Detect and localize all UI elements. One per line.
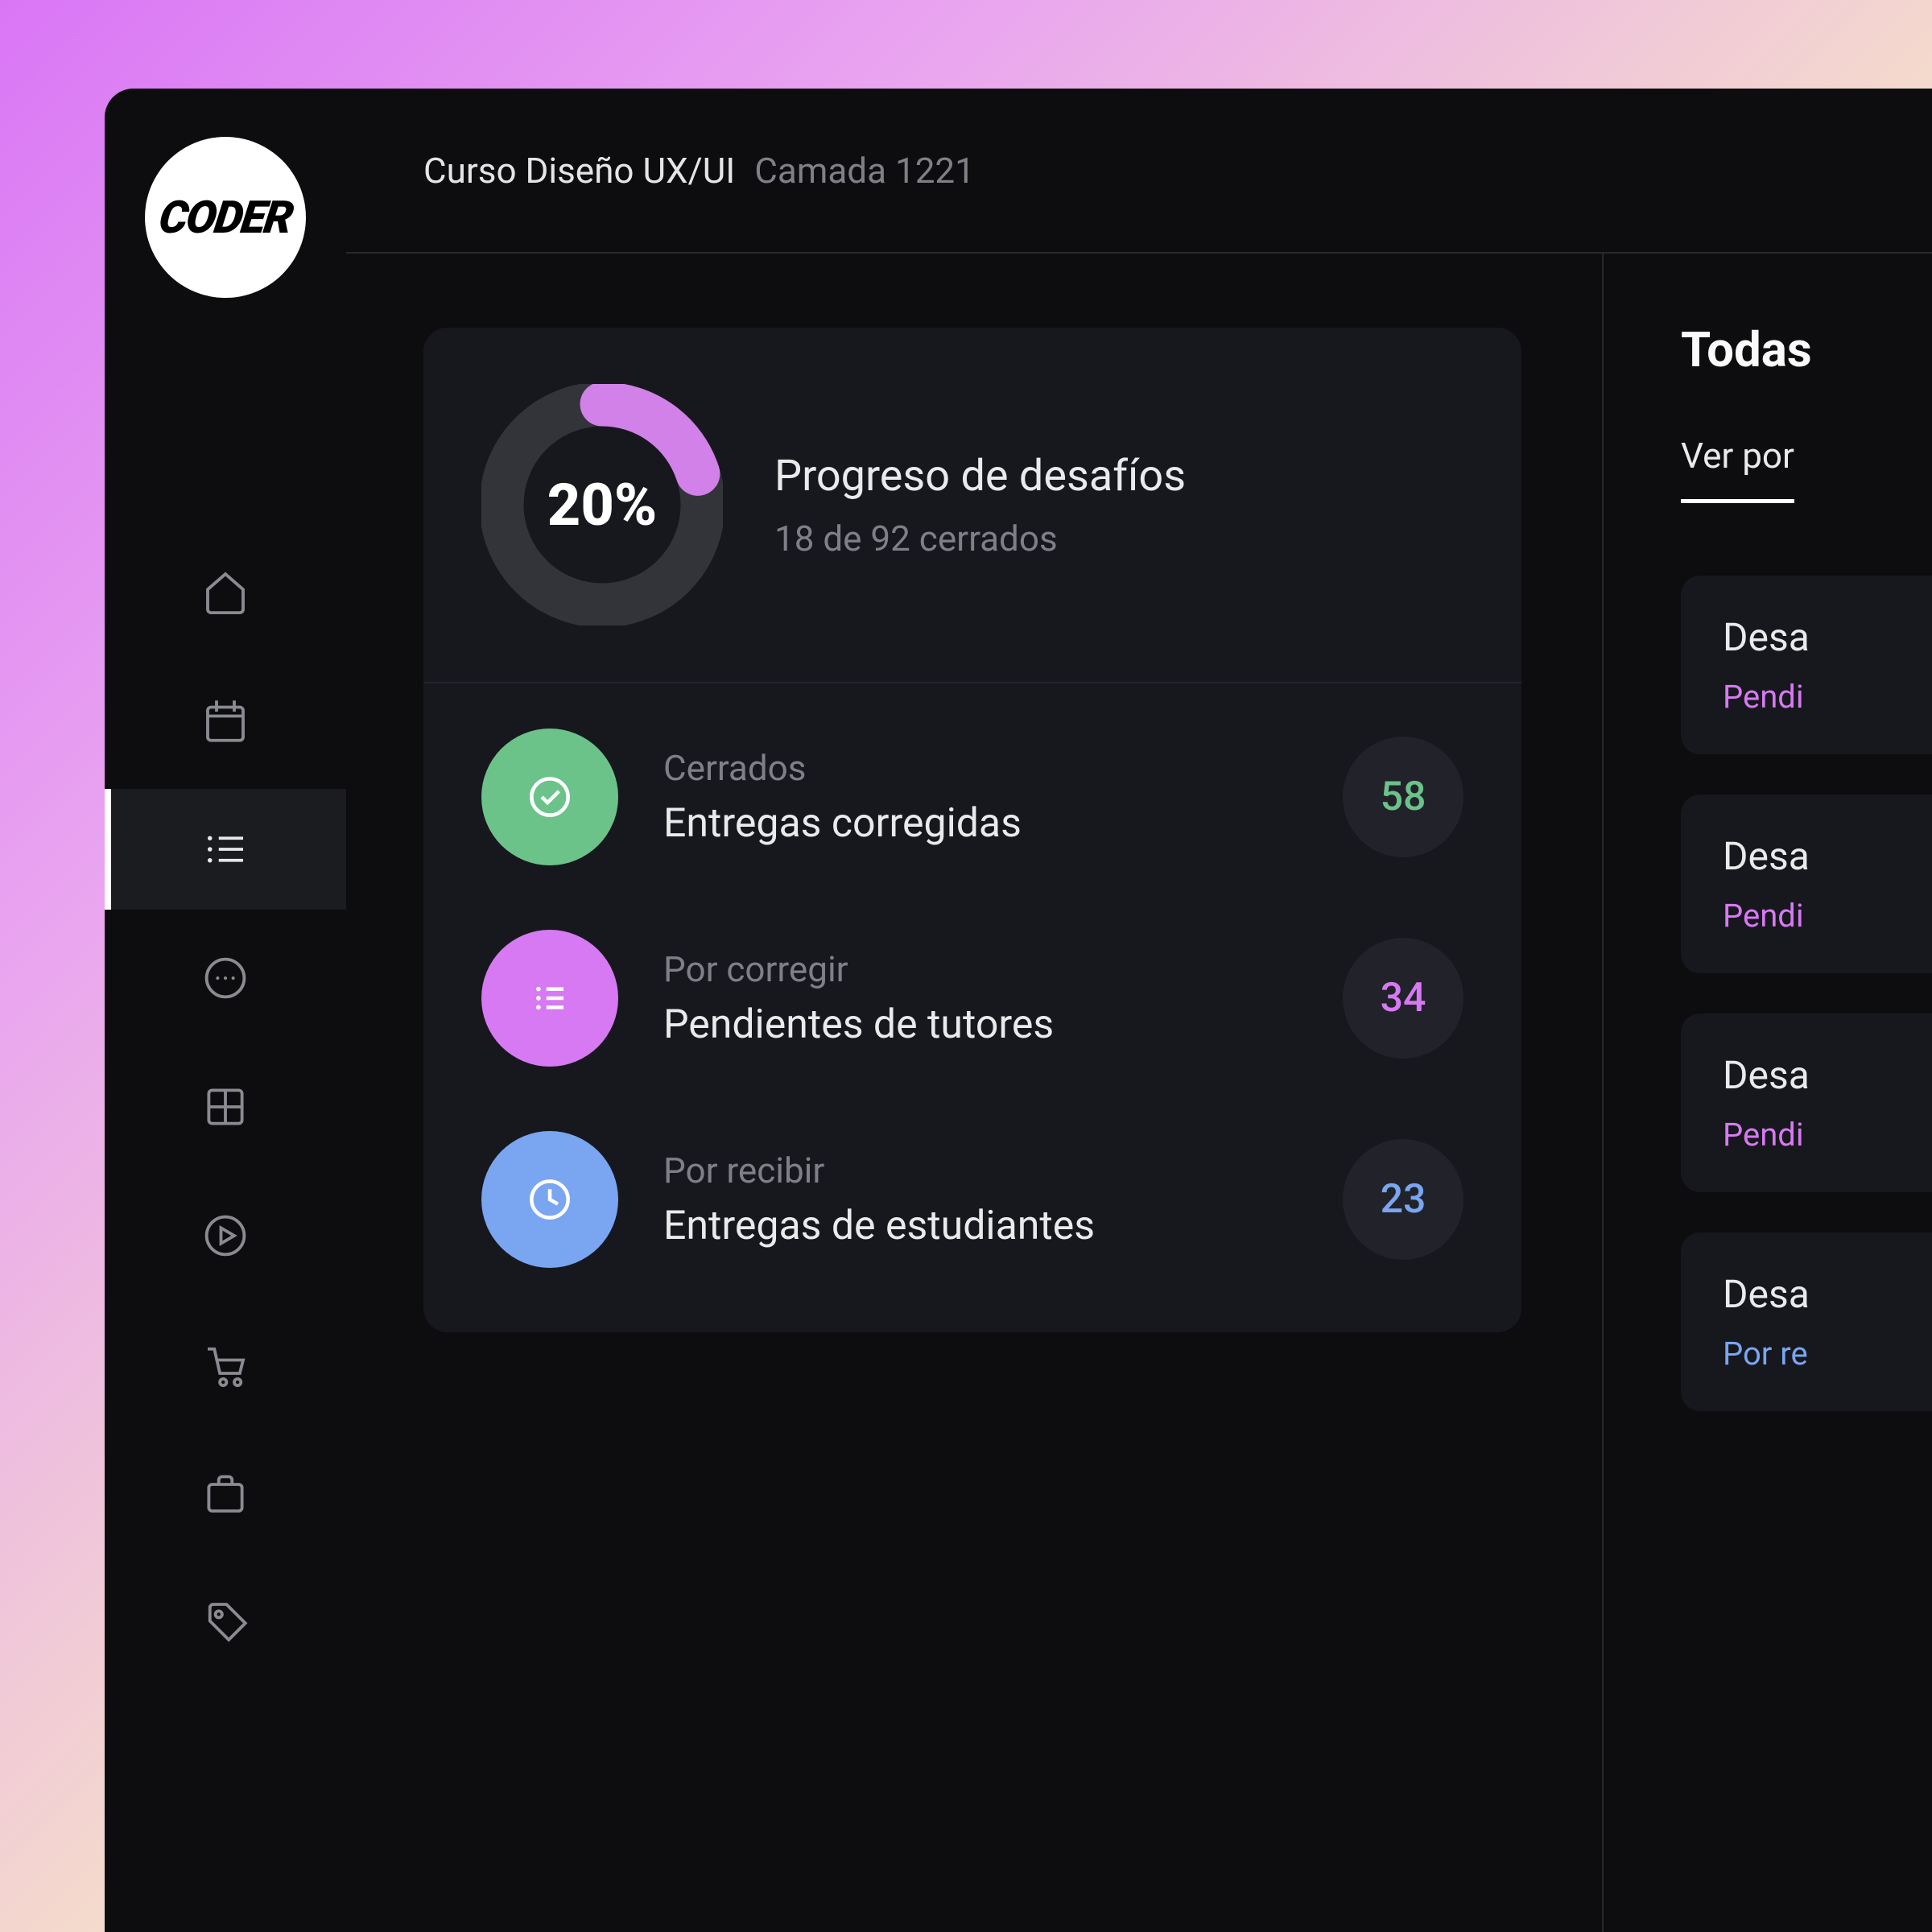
challenge-card[interactable]: Desa Por re: [1681, 1232, 1932, 1411]
right-card-list: Desa Pendi Desa Pendi Desa Pendi Desa: [1681, 576, 1932, 1411]
sidebar-item-tag[interactable]: [105, 1562, 346, 1682]
stat-list: Cerrados Entregas corregidas 58: [423, 683, 1521, 1332]
progress-percent: 20%: [481, 384, 723, 625]
stat-label: Cerrados: [663, 747, 1298, 789]
stat-count: 34: [1343, 938, 1463, 1059]
progress-section: 20% Progreso de desafíos 18 de 92 cerrad…: [346, 254, 1602, 1932]
main-area: Curso Diseño UX/UI Camada 1221 20%: [346, 89, 1932, 1932]
sidebar-item-play[interactable]: [105, 1175, 346, 1296]
progress-card: 20% Progreso de desafíos 18 de 92 cerrad…: [423, 328, 1521, 1332]
sidebar-item-briefcase[interactable]: [105, 1433, 346, 1554]
check-circle-icon: [481, 729, 618, 865]
stat-row-cerrados[interactable]: Cerrados Entregas corregidas 58: [481, 729, 1463, 865]
stat-row-por-recibir[interactable]: Por recibir Entregas de estudiantes 23: [481, 1131, 1463, 1268]
challenge-card[interactable]: Desa Pendi: [1681, 795, 1932, 973]
right-panel-title: Todas: [1681, 321, 1932, 378]
stat-count: 23: [1343, 1139, 1463, 1260]
right-panel: Todas Ver por Desa Pendi Desa Pendi Desa: [1602, 254, 1932, 1932]
stat-desc: Pendientes de tutores: [663, 1001, 1298, 1048]
sidebar-item-calendar[interactable]: [105, 660, 346, 781]
progress-summary: 20% Progreso de desafíos 18 de 92 cerrad…: [423, 328, 1521, 683]
card-status: Pendi: [1723, 1116, 1932, 1154]
card-status: Pendi: [1723, 678, 1932, 716]
briefcase-icon: [199, 1467, 252, 1520]
card-title: Desa: [1723, 614, 1932, 660]
header: Curso Diseño UX/UI Camada 1221: [346, 89, 1932, 254]
list-icon: [481, 930, 618, 1067]
stat-label: Por recibir: [663, 1150, 1298, 1191]
challenge-card[interactable]: Desa Pendi: [1681, 576, 1932, 754]
chat-icon: [199, 952, 252, 1005]
header-title: Curso Diseño UX/UI: [423, 150, 735, 192]
header-subtitle: Camada 1221: [754, 150, 975, 192]
progress-subtitle: 18 de 92 cerrados: [774, 518, 1186, 559]
play-icon: [199, 1209, 252, 1262]
sidebar-item-home[interactable]: [105, 531, 346, 652]
sidebar-item-chat[interactable]: [105, 918, 346, 1038]
home-icon: [199, 565, 252, 618]
sidebar-item-list[interactable]: [105, 789, 346, 910]
tab-ver-por[interactable]: Ver por: [1681, 435, 1794, 503]
gradient-background: CODER: [0, 0, 1932, 1932]
sidebar: CODER: [105, 89, 346, 1932]
sidebar-item-grid[interactable]: [105, 1046, 346, 1167]
cart-icon: [199, 1338, 252, 1391]
progress-donut: 20%: [481, 384, 723, 625]
sidebar-item-cart[interactable]: [105, 1304, 346, 1425]
stat-count: 58: [1343, 737, 1463, 857]
content-row: 20% Progreso de desafíos 18 de 92 cerrad…: [346, 254, 1932, 1932]
stat-desc: Entregas corregidas: [663, 800, 1298, 847]
card-status: Pendi: [1723, 897, 1932, 935]
tag-icon: [199, 1596, 252, 1649]
grid-icon: [199, 1080, 252, 1133]
challenge-card[interactable]: Desa Pendi: [1681, 1013, 1932, 1192]
stat-desc: Entregas de estudiantes: [663, 1203, 1298, 1249]
progress-title: Progreso de desafíos: [774, 451, 1186, 502]
logo-text: CODER: [155, 191, 295, 244]
card-status: Por re: [1723, 1335, 1932, 1373]
app-window: CODER: [105, 89, 1932, 1932]
card-title: Desa: [1723, 1052, 1932, 1098]
list-icon: [199, 823, 252, 876]
card-title: Desa: [1723, 833, 1932, 879]
logo[interactable]: CODER: [145, 137, 306, 298]
clock-icon: [481, 1131, 618, 1268]
stat-label: Por corregir: [663, 948, 1298, 990]
stat-row-por-corregir[interactable]: Por corregir Pendientes de tutores 34: [481, 930, 1463, 1067]
card-title: Desa: [1723, 1271, 1932, 1317]
calendar-icon: [199, 694, 252, 747]
